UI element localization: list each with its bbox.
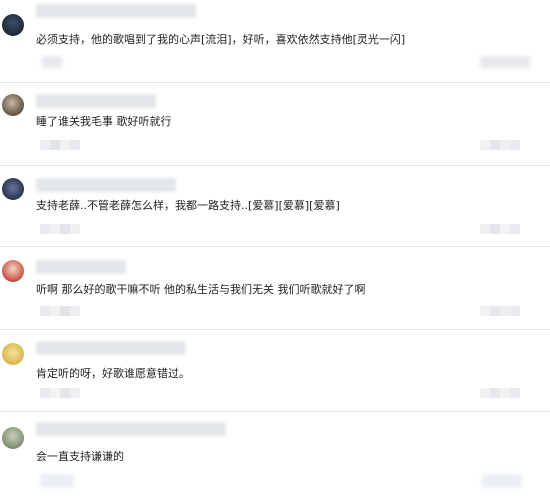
- comment-text: 听啊 那么好的歌干嘛不听 他的私生活与我们无关 我们听歌就好了啊: [36, 283, 366, 296]
- meta-mosaic: [480, 140, 520, 150]
- avatar[interactable]: [2, 94, 24, 116]
- meta-mosaic: [40, 306, 80, 316]
- meta-mosaic: [480, 224, 520, 234]
- meta-blurred: [40, 474, 74, 488]
- meta-mosaic: [40, 140, 80, 150]
- username-blurred[interactable]: [36, 422, 226, 436]
- meta-blurred: [42, 56, 62, 68]
- comment-text: 必须支持，他的歌唱到了我的心声[流泪]，好听，喜欢依然支持他[灵光一闪]: [36, 33, 406, 46]
- divider: [0, 82, 550, 83]
- divider: [0, 165, 550, 166]
- meta-blurred: [482, 474, 522, 488]
- comment-text: 睡了谁关我毛事 歌好听就行: [36, 115, 172, 128]
- avatar[interactable]: [2, 427, 24, 449]
- username-blurred[interactable]: [36, 4, 196, 18]
- username-blurred[interactable]: [36, 341, 186, 355]
- meta-mosaic: [480, 388, 520, 398]
- meta-mosaic: [480, 306, 520, 316]
- divider: [0, 411, 550, 412]
- username-blurred[interactable]: [36, 260, 126, 274]
- avatar[interactable]: [2, 343, 24, 365]
- comment-text: 会一直支持谦谦的: [36, 450, 124, 463]
- comment-text: 支持老薛..不管老薛怎么样，我都一路支持..[爱慕][爱慕][爱慕]: [36, 199, 340, 212]
- avatar[interactable]: [2, 14, 24, 36]
- meta-blurred: [480, 56, 530, 68]
- divider: [0, 246, 550, 247]
- comment-text: 肯定听的呀，好歌谁愿意错过。: [36, 367, 190, 380]
- meta-mosaic: [40, 388, 80, 398]
- avatar[interactable]: [2, 260, 24, 282]
- username-blurred[interactable]: [36, 94, 156, 108]
- divider: [0, 329, 550, 330]
- avatar[interactable]: [2, 178, 24, 200]
- username-blurred[interactable]: [36, 178, 176, 192]
- meta-mosaic: [40, 224, 80, 234]
